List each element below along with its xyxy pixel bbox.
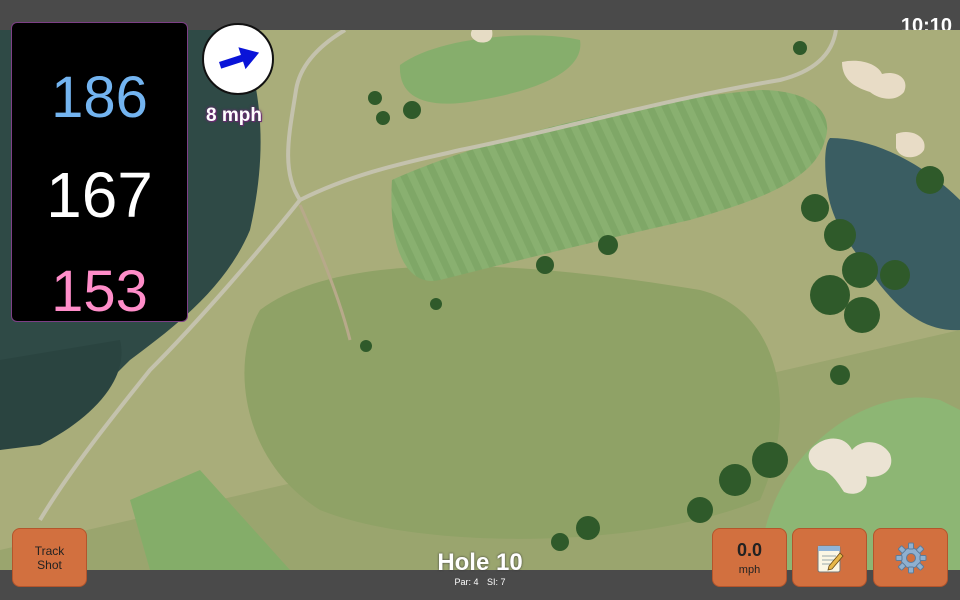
track-shot-button[interactable]: Track Shot <box>12 528 87 587</box>
notepad-icon <box>817 545 844 572</box>
hole-stroke-index: SI: 7 <box>487 577 506 587</box>
yardage-panel: 186 167 153 <box>11 22 188 322</box>
hole-title: Hole 10 <box>437 549 523 576</box>
speed-button[interactable]: 0.0 mph <box>712 528 787 587</box>
speed-unit: mph <box>738 563 761 576</box>
hole-par: Par: 4 <box>454 577 479 587</box>
front-yardage: 153 <box>51 259 148 324</box>
wind-arrow-icon <box>219 47 260 70</box>
speed-value: 0.0 <box>736 539 763 560</box>
wind-indicator <box>202 23 274 95</box>
wind-speed: 8 mph <box>206 105 262 126</box>
hole-info: Par: 4 SI: 7 <box>380 577 580 587</box>
notes-button[interactable] <box>792 528 867 587</box>
gear-icon <box>895 542 926 573</box>
center-yardage: 167 <box>46 159 153 231</box>
settings-button[interactable] <box>873 528 948 587</box>
back-yardage: 186 <box>51 65 148 130</box>
track-shot-label-line1: Track <box>34 543 65 558</box>
track-shot-label-line2: Shot <box>37 557 62 572</box>
